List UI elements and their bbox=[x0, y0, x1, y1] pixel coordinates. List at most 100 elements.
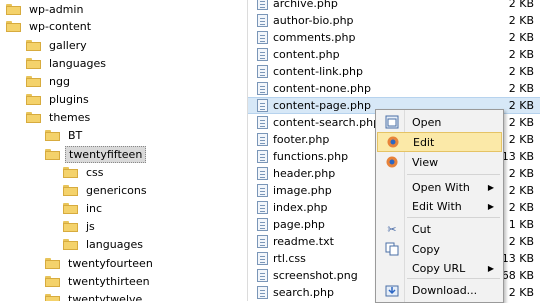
submenu-arrow-icon: ▶ bbox=[487, 182, 494, 192]
file-size: 13 KB bbox=[501, 150, 534, 163]
scissors-icon: ✂ bbox=[387, 222, 397, 236]
tree-item-themes[interactable]: themes bbox=[26, 109, 93, 125]
menu-item-edit-with[interactable]: Edit With ▶ bbox=[377, 196, 502, 216]
file-row[interactable]: content.php 2 KB bbox=[248, 46, 540, 63]
submenu-arrow-icon: ▶ bbox=[487, 263, 494, 273]
menu-item-copy-url[interactable]: Copy URL ▶ bbox=[377, 258, 502, 278]
folder-icon bbox=[26, 111, 41, 123]
php-file-icon bbox=[257, 0, 268, 10]
file-name: screenshot.png bbox=[273, 269, 358, 282]
menu-item-label: Open bbox=[412, 115, 442, 129]
php-file-icon bbox=[257, 286, 268, 299]
file-size: 1 KB bbox=[508, 218, 534, 231]
tree-item-wp-admin[interactable]: wp-admin bbox=[6, 1, 86, 17]
folder-icon bbox=[63, 220, 78, 232]
tree-item-languages-sub[interactable]: languages bbox=[63, 236, 146, 252]
file-name: index.php bbox=[273, 201, 328, 214]
file-row[interactable]: content-link.php 2 KB bbox=[248, 63, 540, 80]
file-name: header.php bbox=[273, 167, 336, 180]
tree-item-css[interactable]: css bbox=[63, 164, 107, 180]
tree-item-label: css bbox=[86, 165, 104, 179]
view-icon bbox=[385, 155, 399, 169]
folder-icon bbox=[63, 166, 78, 178]
copy-icon bbox=[385, 242, 399, 256]
tree-item-gallery[interactable]: gallery bbox=[26, 37, 90, 53]
tree-item-languages[interactable]: languages bbox=[26, 55, 109, 71]
file-name: page.php bbox=[273, 218, 325, 231]
file-row[interactable]: archive.php 2 KB bbox=[248, 0, 540, 12]
file-name: footer.php bbox=[273, 133, 330, 146]
php-file-icon bbox=[257, 116, 268, 129]
file-name: rtl.css bbox=[273, 252, 306, 265]
menu-item-cut[interactable]: ✂ Cut bbox=[377, 219, 502, 239]
file-size: 2 KB bbox=[508, 184, 534, 197]
file-name: content-search.php bbox=[273, 116, 381, 129]
file-row[interactable]: content-none.php 2 KB bbox=[248, 80, 540, 97]
file-size: 2 KB bbox=[508, 116, 534, 129]
tree-item-twentythirteen[interactable]: twentythirteen bbox=[45, 273, 153, 289]
menu-item-download[interactable]: Download... bbox=[377, 280, 502, 300]
file-size: 2 KB bbox=[508, 201, 534, 214]
folder-icon bbox=[26, 57, 41, 69]
php-file-icon bbox=[257, 201, 268, 214]
folder-icon bbox=[45, 275, 60, 287]
download-icon bbox=[385, 283, 399, 297]
tree-item-label: twentythirteen bbox=[68, 274, 150, 288]
menu-item-view[interactable]: View bbox=[377, 152, 502, 172]
tree-item-inc[interactable]: inc bbox=[63, 200, 105, 216]
file-name: content-none.php bbox=[273, 82, 371, 95]
file-size: 2 KB bbox=[508, 48, 534, 61]
php-file-icon bbox=[257, 133, 268, 146]
folder-tree: wp-admin wp-content gallery languages ng… bbox=[0, 0, 247, 301]
menu-item-label: Edit bbox=[413, 135, 435, 149]
file-name: content-page.php bbox=[273, 99, 371, 112]
tree-item-ngg[interactable]: ngg bbox=[26, 73, 73, 89]
menu-item-label: Copy bbox=[412, 242, 440, 256]
menu-item-label: Download... bbox=[412, 283, 478, 297]
file-size: 2 KB bbox=[508, 65, 534, 78]
php-file-icon bbox=[257, 218, 268, 231]
tree-item-twentytwelve[interactable]: twentytwelve bbox=[45, 291, 145, 301]
file-name: archive.php bbox=[273, 0, 338, 10]
menu-item-edit[interactable]: Edit bbox=[377, 132, 502, 152]
folder-icon bbox=[26, 93, 41, 105]
php-file-icon bbox=[257, 150, 268, 163]
file-size: 2 KB bbox=[508, 286, 534, 299]
tree-item-bt[interactable]: BT bbox=[45, 127, 85, 143]
file-row[interactable]: author-bio.php 2 KB bbox=[248, 12, 540, 29]
tree-item-js[interactable]: js bbox=[63, 218, 98, 234]
tree-item-label-selected: twentyfifteen bbox=[65, 145, 147, 163]
tree-item-label: languages bbox=[86, 237, 143, 251]
tree-item-twentyfourteen[interactable]: twentyfourteen bbox=[45, 255, 156, 271]
file-size: 68 KB bbox=[501, 269, 534, 282]
tree-item-wp-content[interactable]: wp-content bbox=[6, 18, 94, 34]
tree-item-genericons[interactable]: genericons bbox=[63, 182, 150, 198]
menu-item-label: Open With bbox=[412, 180, 470, 194]
tree-item-plugins[interactable]: plugins bbox=[26, 91, 92, 107]
menu-item-copy[interactable]: Copy bbox=[377, 239, 502, 259]
file-name: content.php bbox=[273, 48, 340, 61]
menu-separator bbox=[407, 278, 500, 279]
file-name: search.php bbox=[273, 286, 334, 299]
menu-item-label: Copy URL bbox=[412, 261, 466, 275]
folder-icon bbox=[63, 184, 78, 196]
tree-item-label: wp-content bbox=[29, 19, 92, 33]
folder-icon bbox=[6, 20, 21, 32]
file-size: 2 KB bbox=[508, 235, 534, 248]
file-size: 2 KB bbox=[508, 99, 534, 112]
folder-icon bbox=[26, 75, 41, 87]
file-row[interactable]: comments.php 2 KB bbox=[248, 29, 540, 46]
menu-item-open[interactable]: Open bbox=[377, 112, 502, 132]
php-file-icon bbox=[257, 65, 268, 78]
image-file-icon bbox=[257, 269, 268, 282]
folder-icon bbox=[45, 129, 60, 141]
folder-icon bbox=[63, 238, 78, 250]
file-size: 2 KB bbox=[508, 31, 534, 44]
php-file-icon bbox=[257, 184, 268, 197]
tree-item-label: BT bbox=[68, 128, 83, 142]
menu-item-open-with[interactable]: Open With ▶ bbox=[377, 177, 502, 197]
tree-item-twentyfifteen[interactable]: twentyfifteen bbox=[45, 145, 147, 163]
tree-item-label: ngg bbox=[49, 74, 70, 88]
file-name: author-bio.php bbox=[273, 14, 354, 27]
file-name: readme.txt bbox=[273, 235, 334, 248]
